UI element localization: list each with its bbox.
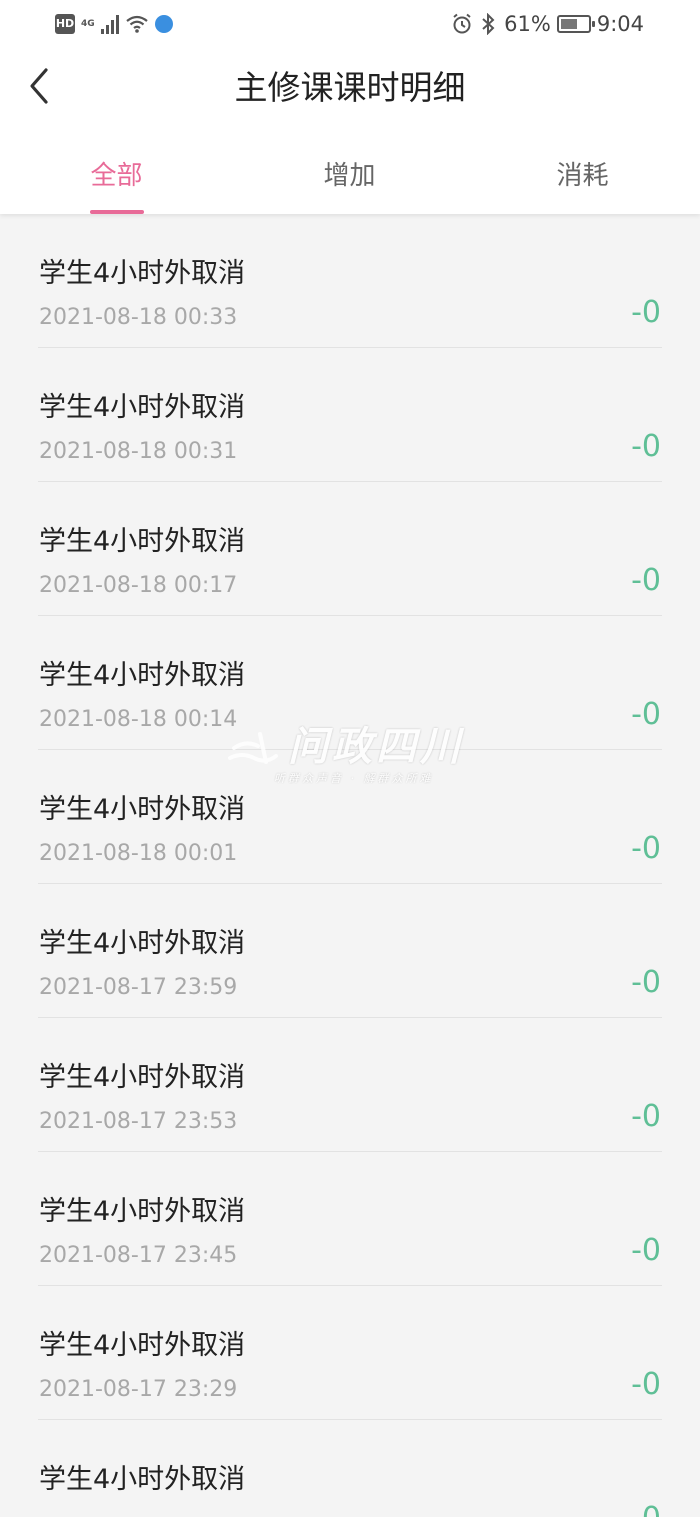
app-header: HD 4G 61% 9:04 主修课课时明细 全部 增加 消耗 xyxy=(0,0,700,214)
list-item[interactable]: 学生4小时外取消 2021-08-18 00:31 -0 xyxy=(0,348,700,482)
record-title: 学生4小时外取消 xyxy=(39,928,246,959)
active-tab-indicator xyxy=(89,210,144,214)
record-title: 学生4小时外取消 xyxy=(39,1062,246,1093)
battery-icon xyxy=(556,15,595,33)
record-time: 2021-08-18 00:33 xyxy=(39,305,238,330)
record-time: 2021-08-17 23:53 xyxy=(39,1109,238,1134)
clock: 9:04 xyxy=(596,12,644,36)
record-title: 学生4小时外取消 xyxy=(39,258,246,289)
list-item[interactable]: 学生4小时外取消 2021-08-17 23:45 -0 xyxy=(0,1152,700,1286)
record-title: 学生4小时外取消 xyxy=(39,1196,246,1227)
status-bar-right: 61% 9:04 xyxy=(452,12,644,36)
list-item[interactable]: 学生4小时外取消 2021-08-18 00:17 -0 xyxy=(0,482,700,616)
list-item[interactable]: 学生4小时外取消 -0 xyxy=(0,1420,700,1517)
globe-icon xyxy=(154,15,173,33)
record-title: 学生4小时外取消 xyxy=(39,1464,246,1495)
tab-label: 消耗 xyxy=(556,161,609,191)
record-title: 学生4小时外取消 xyxy=(39,1330,246,1361)
record-time: 2021-08-18 00:17 xyxy=(39,573,238,598)
record-time: 2021-08-18 00:31 xyxy=(39,439,238,464)
record-time: 2021-08-17 23:59 xyxy=(39,975,238,1000)
tab-bar: 全部 增加 消耗 xyxy=(0,150,700,214)
record-list: 学生4小时外取消 2021-08-18 00:33 -0 学生4小时外取消 20… xyxy=(0,214,700,1517)
list-item[interactable]: 学生4小时外取消 2021-08-18 00:33 -0 xyxy=(0,214,700,348)
record-value: -0 xyxy=(631,563,661,598)
record-value: -0 xyxy=(631,1500,661,1517)
record-time: 2021-08-18 00:14 xyxy=(39,707,238,732)
watermark-subtitle: 听群众声音 · 解群众所难 xyxy=(274,772,434,785)
record-value: -0 xyxy=(631,1367,661,1402)
watermark-text: 问政四川 xyxy=(288,724,464,770)
tab-label: 增加 xyxy=(323,161,376,191)
record-value: -0 xyxy=(631,429,661,464)
tab-all[interactable]: 全部 xyxy=(0,150,233,214)
status-bar-left: HD 4G xyxy=(55,14,173,34)
record-value: -0 xyxy=(631,1233,661,1268)
record-title: 学生4小时外取消 xyxy=(39,660,246,691)
watermark-logo-icon xyxy=(228,732,278,764)
record-value: -0 xyxy=(631,697,661,732)
record-title: 学生4小时外取消 xyxy=(39,392,246,423)
list-item[interactable]: 学生4小时外取消 2021-08-17 23:29 -0 xyxy=(0,1286,700,1420)
bluetooth-icon xyxy=(482,13,495,35)
record-time: 2021-08-18 00:01 xyxy=(39,841,238,866)
record-time: 2021-08-17 23:29 xyxy=(39,1377,238,1402)
list-item[interactable]: 学生4小时外取消 2021-08-17 23:53 -0 xyxy=(0,1018,700,1152)
record-value: -0 xyxy=(631,1099,661,1134)
record-value: -0 xyxy=(631,965,661,1000)
record-value: -0 xyxy=(631,295,661,330)
hd-icon: HD xyxy=(55,14,75,34)
alarm-icon xyxy=(453,13,471,34)
tab-consume[interactable]: 消耗 xyxy=(466,150,699,202)
nav-bar: 主修课课时明细 xyxy=(0,52,700,128)
record-value: -0 xyxy=(631,831,661,866)
signal-icon xyxy=(100,14,119,34)
record-title: 学生4小时外取消 xyxy=(39,526,246,557)
record-time: 2021-08-17 23:45 xyxy=(39,1243,238,1268)
wifi-icon xyxy=(125,15,148,33)
watermark: 问政四川 听群众声音 · 解群众所难 xyxy=(226,722,476,792)
record-title: 学生4小时外取消 xyxy=(39,794,246,825)
tab-label: 全部 xyxy=(90,161,143,191)
battery-percent: 61% xyxy=(504,12,551,36)
list-item[interactable]: 学生4小时外取消 2021-08-17 23:59 -0 xyxy=(0,884,700,1018)
4g-icon: 4G xyxy=(81,18,95,29)
page-title: 主修课课时明细 xyxy=(234,68,466,107)
tab-increase[interactable]: 增加 xyxy=(233,150,466,202)
status-bar: HD 4G 61% 9:04 xyxy=(0,0,700,52)
